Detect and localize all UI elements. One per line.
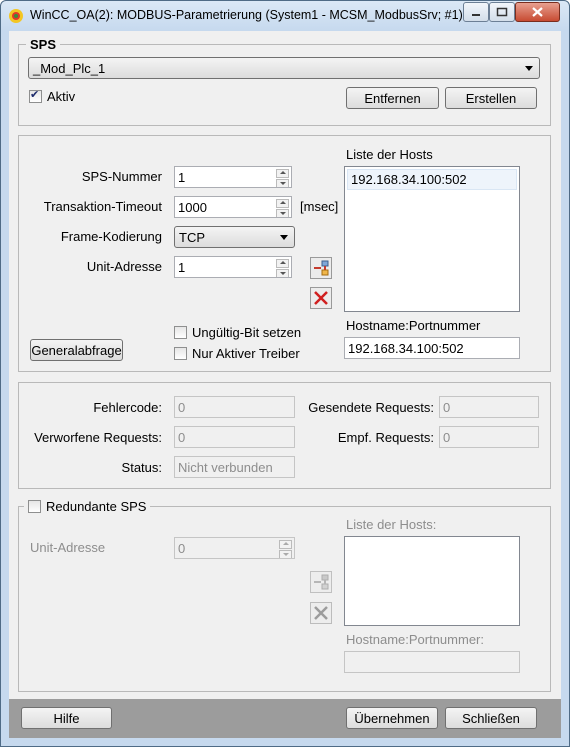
timeout-value: 1000 xyxy=(178,200,207,215)
general-query-button[interactable]: Generalabfrage xyxy=(30,339,123,361)
timeout-spinner[interactable] xyxy=(276,199,289,217)
empf-label: Empf. Requests: xyxy=(337,430,434,445)
minimize-icon xyxy=(472,14,480,16)
frame-select-value: TCP xyxy=(179,230,205,245)
maximize-icon xyxy=(496,7,508,17)
aktiv-label: Aktiv xyxy=(47,89,76,104)
create-button[interactable]: Erstellen xyxy=(445,87,537,109)
help-button[interactable]: Hilfe xyxy=(21,707,112,729)
spin-down-icon[interactable] xyxy=(276,179,289,187)
sps-group-title: SPS xyxy=(26,37,61,52)
redundant-unit-field: 0 xyxy=(174,537,295,559)
only-active-checkbox-box[interactable] xyxy=(174,347,187,360)
spin-up-icon[interactable] xyxy=(276,259,289,268)
verworfene-field: 0 xyxy=(174,426,295,448)
delete-icon xyxy=(314,606,328,620)
hostname-value: 192.168.34.100:502 xyxy=(348,341,464,356)
add-host-button[interactable] xyxy=(310,257,332,279)
verworfene-label: Verworfene Requests: xyxy=(34,430,162,445)
unit-field[interactable]: 1 xyxy=(174,256,292,278)
gesendete-label: Gesendete Requests: xyxy=(308,400,434,415)
redundant-unit-value: 0 xyxy=(178,541,186,556)
redundant-hostname-label: Hostname:Portnummer: xyxy=(346,632,484,647)
unit-value: 1 xyxy=(178,260,186,275)
sps-nummer-label: SPS-Nummer xyxy=(81,169,162,184)
spin-up-icon[interactable] xyxy=(276,199,289,208)
invalid-bit-checkbox[interactable]: Ungültig-Bit setzen xyxy=(174,325,301,340)
hostname-field[interactable]: 192.168.34.100:502 xyxy=(344,337,520,359)
spin-down-icon[interactable] xyxy=(276,209,289,217)
close-icon xyxy=(532,7,543,17)
delete-host-button[interactable] xyxy=(310,287,332,309)
footer-bar: Hilfe Übernehmen Schließen xyxy=(9,699,561,738)
maximize-button[interactable] xyxy=(489,2,515,22)
redundant-add-host-button xyxy=(310,571,332,593)
redundant-unit-label: Unit-Adresse xyxy=(30,540,106,555)
close-button[interactable]: Schließen xyxy=(445,707,537,729)
empf-field: 0 xyxy=(439,426,539,448)
remove-button[interactable]: Entfernen xyxy=(346,87,439,109)
sps-nummer-value: 1 xyxy=(178,170,186,185)
dialog-client-area: SPS _Mod_Plc_1 Aktiv Entfernen Erstellen… xyxy=(9,31,561,738)
apply-button[interactable]: Übernehmen xyxy=(346,707,438,729)
sps-nummer-spinner[interactable] xyxy=(276,169,289,187)
fehlercode-field: 0 xyxy=(174,396,295,418)
redundant-delete-host-button xyxy=(310,602,332,624)
timeout-field[interactable]: 1000 xyxy=(174,196,292,218)
unit-label: Unit-Adresse xyxy=(86,259,162,274)
frame-select[interactable]: TCP xyxy=(174,226,295,248)
spin-up-icon xyxy=(279,540,292,549)
dialog-window: WinCC_OA(2): MODBUS-Parametrierung (Syst… xyxy=(0,0,570,747)
wincc-app-icon xyxy=(9,9,23,23)
invalid-bit-checkbox-box[interactable] xyxy=(174,326,187,339)
fehlercode-label: Fehlercode: xyxy=(93,400,162,415)
sps-select-value: _Mod_Plc_1 xyxy=(33,61,106,76)
spin-down-icon xyxy=(279,550,292,558)
add-host-icon xyxy=(314,574,329,590)
redundant-checkbox[interactable]: Redundante SPS xyxy=(24,499,151,514)
sps-nummer-field[interactable]: 1 xyxy=(174,166,292,188)
hosts-label: Liste der Hosts xyxy=(346,147,433,162)
spin-down-icon[interactable] xyxy=(276,269,289,277)
status-field: Nicht verbunden xyxy=(174,456,295,478)
window-title: WinCC_OA(2): MODBUS-Parametrierung (Syst… xyxy=(30,8,463,22)
timeout-label: Transaktion-Timeout xyxy=(43,199,162,214)
chevron-down-icon xyxy=(280,235,288,240)
chevron-down-icon xyxy=(525,66,533,71)
only-active-label: Nur Aktiver Treiber xyxy=(192,346,300,361)
unit-spinner[interactable] xyxy=(276,259,289,277)
redundant-hosts-label: Liste der Hosts: xyxy=(346,517,437,532)
sps-select[interactable]: _Mod_Plc_1 xyxy=(28,57,540,79)
aktiv-checkbox-box[interactable] xyxy=(29,88,42,103)
redundant-hostname-field xyxy=(344,651,520,673)
redundant-label: Redundante SPS xyxy=(46,499,147,514)
redundant-checkbox-box[interactable] xyxy=(28,500,41,513)
invalid-bit-label: Ungültig-Bit setzen xyxy=(192,325,302,340)
hosts-list[interactable]: 192.168.34.100:502 xyxy=(344,166,520,312)
minimize-button[interactable] xyxy=(463,2,489,22)
hostname-label: Hostname:Portnummer xyxy=(346,318,481,333)
redundant-unit-spinner xyxy=(279,540,292,558)
add-host-icon xyxy=(314,260,329,276)
frame-label: Frame-Kodierung xyxy=(60,229,162,244)
timeout-unit: [msec] xyxy=(300,199,339,214)
redundant-hosts-list xyxy=(344,536,520,626)
gesendete-field: 0 xyxy=(439,396,539,418)
list-item[interactable]: 192.168.34.100:502 xyxy=(347,169,517,190)
delete-icon xyxy=(314,291,328,305)
title-bar: WinCC_OA(2): MODBUS-Parametrierung (Syst… xyxy=(1,1,569,31)
close-window-button[interactable] xyxy=(515,2,560,22)
only-active-checkbox[interactable]: Nur Aktiver Treiber xyxy=(174,346,300,361)
status-label: Status: xyxy=(121,460,162,475)
spin-up-icon[interactable] xyxy=(276,169,289,178)
aktiv-checkbox[interactable]: Aktiv xyxy=(29,88,76,104)
